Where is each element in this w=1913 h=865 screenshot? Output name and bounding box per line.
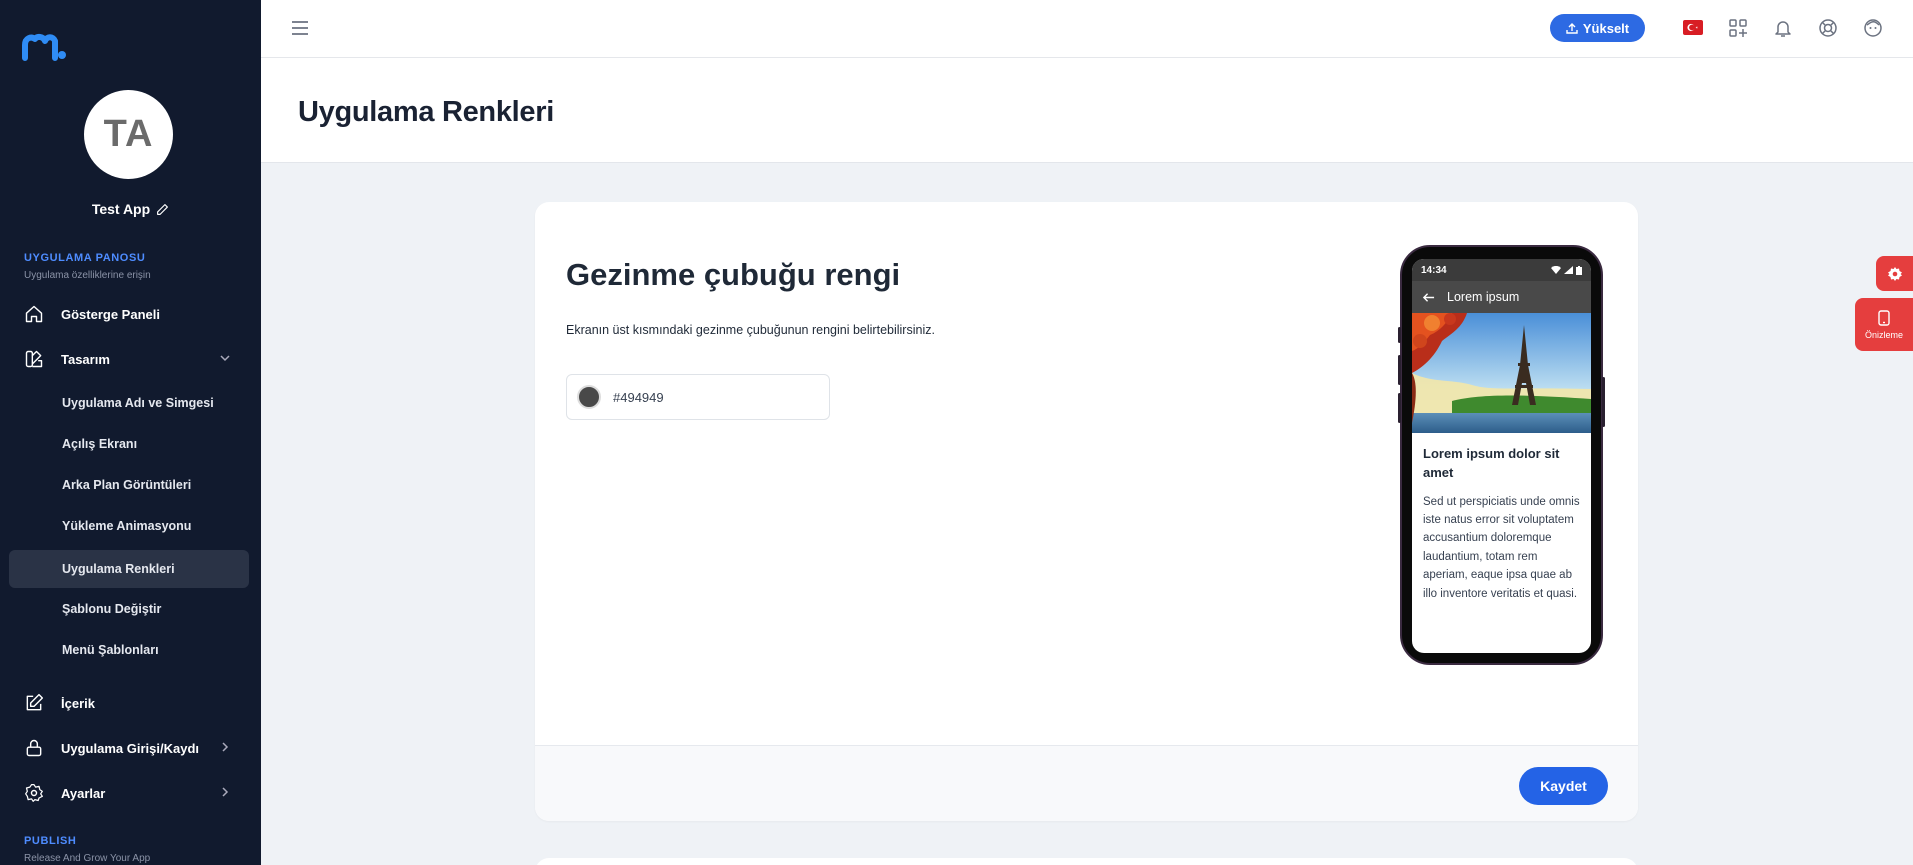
gear-icon: [23, 782, 45, 804]
home-icon: [23, 303, 45, 325]
phone-side-button: [1398, 355, 1401, 385]
sidebar: TA Test App UYGULAMA PANOSU Uygulama öze…: [0, 0, 261, 865]
sidebar-subitem-app-colors[interactable]: Uygulama Renkleri: [9, 550, 249, 588]
section-subtitle-dashboard: Uygulama özelliklerine erişin: [24, 270, 151, 281]
sidebar-item-label: Gösterge Paneli: [61, 306, 160, 322]
phone-body: Sed ut perspiciatis unde omnis iste natu…: [1423, 495, 1580, 600]
menu-icon[interactable]: [291, 19, 309, 37]
phone-time: 14:34: [1421, 264, 1447, 276]
card-footer: Kaydet: [535, 745, 1638, 821]
phone-content: Lorem ipsum dolor sit amet Sed ut perspi…: [1412, 433, 1591, 615]
color-value: #494949: [613, 389, 664, 405]
app-logo-icon[interactable]: [22, 33, 66, 61]
phone-side-button: [1398, 327, 1401, 343]
chevron-right-icon: [222, 787, 229, 797]
signal-icon: [1564, 266, 1573, 274]
topbar: Yükselt: [261, 0, 1913, 58]
mobile-phone-icon: [1878, 309, 1890, 326]
gear-icon: [1887, 266, 1902, 281]
chevron-down-icon: [220, 355, 230, 362]
apps-add-icon[interactable]: [1727, 17, 1749, 39]
upgrade-label: Yükselt: [1582, 20, 1630, 36]
sidebar-item-label: Tasarım: [61, 351, 110, 367]
app-name-label: Test App: [91, 201, 151, 217]
avatar[interactable]: TA: [84, 90, 173, 179]
card-description: Ekranın üst kısmındaki gezinme çubuğunun…: [566, 323, 935, 337]
section-title-dashboard: UYGULAMA PANOSU: [24, 252, 146, 264]
floating-settings-button[interactable]: [1876, 256, 1913, 291]
card-title: Gezinme çubuğu rengi: [566, 257, 901, 292]
app-name[interactable]: Test App: [0, 201, 261, 217]
wifi-icon: [1551, 266, 1561, 274]
eiffel-tower-image: [1412, 313, 1591, 433]
next-card: [535, 858, 1638, 865]
pencil-icon[interactable]: [156, 203, 169, 216]
sidebar-item-label: Uygulama Girişi/Kaydı: [61, 740, 199, 756]
navbar-color-card: Gezinme çubuğu rengi Ekranın üst kısmınd…: [535, 202, 1638, 821]
phone-status-bar: 14:34: [1412, 259, 1591, 281]
sidebar-subitem-menu-templates[interactable]: Menü Şablonları: [9, 631, 249, 669]
phone-nav-title: Lorem ipsum: [1447, 290, 1520, 304]
sidebar-item-label: Ayarlar: [61, 785, 106, 801]
phone-screen: 14:34 Lorem ipsum Lorem ipsum dolor sit …: [1412, 259, 1591, 653]
phone-preview: 14:34 Lorem ipsum Lorem ipsum dolor sit …: [1398, 245, 1605, 665]
sidebar-subitem-splash-screen[interactable]: Açılış Ekranı: [9, 425, 249, 463]
sidebar-item-dashboard[interactable]: Gösterge Paneli: [9, 295, 249, 333]
phone-side-button: [1398, 393, 1401, 423]
preview-label: Önizleme: [1864, 329, 1903, 340]
help-lifebuoy-icon[interactable]: [1817, 17, 1839, 39]
turkey-flag-icon[interactable]: [1683, 20, 1703, 35]
upload-icon: [1566, 23, 1578, 34]
phone-heading: Lorem ipsum dolor sit amet: [1423, 446, 1560, 480]
section-title-publish: PUBLISH: [24, 835, 77, 847]
lock-icon: [23, 737, 45, 759]
sidebar-subitem-background-images[interactable]: Arka Plan Görüntüleri: [9, 466, 249, 504]
sidebar-item-app-login[interactable]: Uygulama Girişi/Kaydı: [9, 729, 249, 767]
sidebar-item-label: İçerik: [61, 695, 95, 711]
bell-icon[interactable]: [1772, 17, 1794, 39]
upgrade-button[interactable]: Yükselt: [1550, 14, 1645, 42]
edit-icon: [23, 692, 45, 714]
sidebar-subitem-change-template[interactable]: Şablonu Değiştir: [9, 590, 249, 628]
chevron-right-icon: [222, 742, 229, 752]
phone-navbar: Lorem ipsum: [1412, 281, 1591, 313]
page-title: Uygulama Renkleri: [298, 96, 554, 128]
sidebar-item-content[interactable]: İçerik: [9, 684, 249, 722]
sidebar-item-settings[interactable]: Ayarlar: [9, 774, 249, 812]
page-header: Uygulama Renkleri: [261, 58, 1913, 163]
phone-side-button: [1602, 377, 1605, 427]
save-button[interactable]: Kaydet: [1519, 767, 1608, 805]
sidebar-subitem-loading-animation[interactable]: Yükleme Animasyonu: [9, 507, 249, 545]
user-profile-icon[interactable]: [1862, 17, 1884, 39]
back-arrow-icon: [1422, 292, 1435, 302]
battery-icon: [1576, 265, 1582, 275]
color-picker-input[interactable]: #494949: [566, 374, 830, 420]
sidebar-subitem-app-name-icon[interactable]: Uygulama Adı ve Simgesi: [9, 384, 249, 422]
status-icons: [1551, 265, 1582, 275]
design-icon: [23, 348, 45, 370]
sidebar-item-design[interactable]: Tasarım: [9, 340, 249, 378]
floating-preview-button[interactable]: Önizleme: [1855, 298, 1913, 351]
color-swatch[interactable]: [577, 385, 601, 409]
section-subtitle-publish: Release And Grow Your App: [24, 853, 151, 864]
